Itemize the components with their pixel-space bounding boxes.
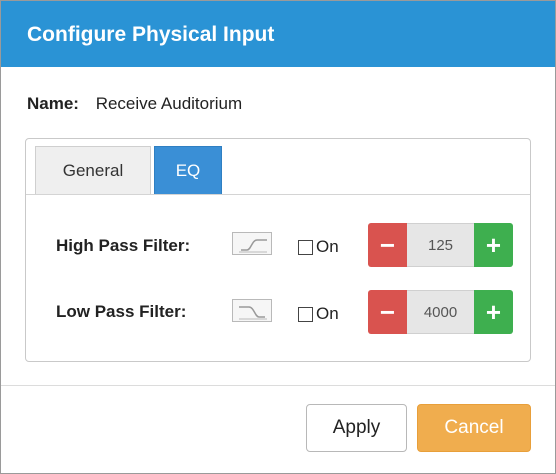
name-label: Name: <box>27 94 79 113</box>
low-pass-value-field[interactable]: 4000 <box>407 290 474 334</box>
dialog-title: Configure Physical Input <box>27 23 275 46</box>
high-pass-on-checkbox[interactable] <box>298 240 313 255</box>
tab-divider <box>26 194 530 195</box>
configure-physical-input-dialog: Configure Physical Input Name: Receive A… <box>0 0 556 474</box>
settings-panel: General EQ High Pass Filter: On − 125 + … <box>25 138 531 362</box>
high-pass-increment-button[interactable]: + <box>474 223 513 267</box>
footer-divider <box>1 385 555 386</box>
minus-icon: − <box>379 229 396 260</box>
high-pass-decrement-button[interactable]: − <box>368 223 407 267</box>
low-pass-on-checkbox[interactable] <box>298 307 313 322</box>
name-value: Receive Auditorium <box>95 94 243 113</box>
tab-eq[interactable]: EQ <box>154 146 222 194</box>
low-pass-filter-label: Low Pass Filter: <box>56 302 187 321</box>
low-pass-on-label: On <box>316 304 339 323</box>
tab-general-label: General <box>62 160 124 180</box>
tab-eq-label: EQ <box>175 160 201 180</box>
high-pass-on-label: On <box>316 237 339 256</box>
low-pass-decrement-button[interactable]: − <box>368 290 407 334</box>
low-pass-curve-icon <box>232 299 272 322</box>
plus-icon: + <box>485 229 502 260</box>
dialog-titlebar: Configure Physical Input <box>1 1 555 67</box>
minus-icon: − <box>379 296 396 327</box>
tab-general[interactable]: General <box>35 146 151 194</box>
apply-button[interactable]: Apply <box>306 404 407 452</box>
high-pass-curve-icon <box>232 232 272 255</box>
plus-icon: + <box>485 296 502 327</box>
name-row: Name: Receive Auditorium <box>27 94 242 114</box>
high-pass-filter-label: High Pass Filter: <box>56 236 191 255</box>
low-pass-increment-button[interactable]: + <box>474 290 513 334</box>
cancel-button[interactable]: Cancel <box>417 404 531 452</box>
high-pass-value-field[interactable]: 125 <box>407 223 474 267</box>
